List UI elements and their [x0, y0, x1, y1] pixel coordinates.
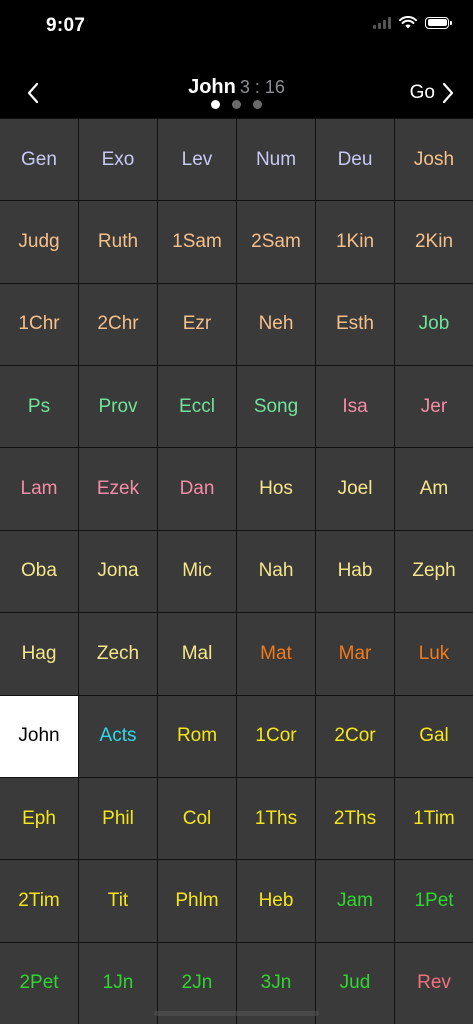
book-cell-josh[interactable]: Josh — [395, 119, 473, 201]
current-reference: 3 : 16 — [239, 77, 285, 97]
book-cell-rev[interactable]: Rev — [395, 942, 473, 1024]
book-cell-jud[interactable]: Jud — [316, 942, 394, 1024]
status-time: 9:07 — [46, 15, 86, 36]
book-cell-2tim[interactable]: 2Tim — [0, 860, 78, 942]
book-cell-eph[interactable]: Eph — [0, 777, 78, 860]
book-cell-song[interactable]: Song — [237, 366, 315, 448]
book-cell-prov[interactable]: Prov — [79, 366, 157, 448]
status-bar: 9:07 — [0, 0, 473, 52]
book-cell-gal[interactable]: Gal — [395, 695, 473, 777]
book-cell-ezr[interactable]: Ezr — [158, 283, 236, 366]
wifi-icon — [399, 16, 417, 29]
page-indicator[interactable] — [0, 100, 473, 109]
book-cell-1chr[interactable]: 1Chr — [0, 283, 78, 366]
book-cell-2pet[interactable]: 2Pet — [0, 942, 78, 1024]
book-cell-1jn[interactable]: 1Jn — [79, 942, 157, 1024]
page-dot — [253, 100, 262, 109]
book-cell-nah[interactable]: Nah — [237, 530, 315, 613]
cellular-signal-icon — [373, 16, 391, 29]
book-cell-jam[interactable]: Jam — [316, 860, 394, 942]
book-cell-ruth[interactable]: Ruth — [79, 201, 157, 283]
status-icons — [373, 16, 452, 29]
home-indicator — [154, 1011, 319, 1016]
book-grid: Gen Exo Lev Num Deu Josh Judg Ruth 1Sam 2Sam 1Kin 2… — [0, 118, 473, 1024]
book-cell-hos[interactable]: Hos — [237, 448, 315, 530]
book-cell-gen[interactable]: Gen — [0, 119, 78, 201]
book-cell-2sam[interactable]: 2Sam — [237, 201, 315, 283]
book-cell-eccl[interactable]: Eccl — [158, 366, 236, 448]
current-book: John — [188, 76, 236, 98]
book-cell-judg[interactable]: Judg — [0, 201, 78, 283]
book-cell-esth[interactable]: Esth — [316, 283, 394, 366]
book-cell-isa[interactable]: Isa — [316, 366, 394, 448]
book-cell-hab[interactable]: Hab — [316, 530, 394, 613]
book-cell-am[interactable]: Am — [395, 448, 473, 530]
book-cell-mal[interactable]: Mal — [158, 613, 236, 695]
book-cell-2cor[interactable]: 2Cor — [316, 695, 394, 777]
book-cell-exo[interactable]: Exo — [79, 119, 157, 201]
book-cell-1pet[interactable]: 1Pet — [395, 860, 473, 942]
book-cell-oba[interactable]: Oba — [0, 530, 78, 613]
book-cell-col[interactable]: Col — [158, 777, 236, 860]
book-cell-lam[interactable]: Lam — [0, 448, 78, 530]
book-cell-neh[interactable]: Neh — [237, 283, 315, 366]
book-cell-job[interactable]: Job — [395, 283, 473, 366]
book-cell-ezek[interactable]: Ezek — [79, 448, 157, 530]
book-cell-ps[interactable]: Ps — [0, 366, 78, 448]
nav-title: John 3 : 16 — [0, 76, 473, 99]
book-cell-heb[interactable]: Heb — [237, 860, 315, 942]
book-cell-hag[interactable]: Hag — [0, 613, 78, 695]
book-cell-zech[interactable]: Zech — [79, 613, 157, 695]
book-cell-1sam[interactable]: 1Sam — [158, 201, 236, 283]
book-cell-john[interactable]: John — [0, 695, 78, 777]
book-cell-1kin[interactable]: 1Kin — [316, 201, 394, 283]
book-cell-phil[interactable]: Phil — [79, 777, 157, 860]
book-cell-num[interactable]: Num — [237, 119, 315, 201]
page-dot — [211, 100, 220, 109]
book-cell-zeph[interactable]: Zeph — [395, 530, 473, 613]
book-cell-rom[interactable]: Rom — [158, 695, 236, 777]
book-cell-joel[interactable]: Joel — [316, 448, 394, 530]
book-cell-2ths[interactable]: 2Ths — [316, 777, 394, 860]
page-dot — [232, 100, 241, 109]
book-cell-2kin[interactable]: 2Kin — [395, 201, 473, 283]
battery-icon — [425, 16, 452, 29]
book-cell-1tim[interactable]: 1Tim — [395, 777, 473, 860]
book-cell-mar[interactable]: Mar — [316, 613, 394, 695]
book-cell-2chr[interactable]: 2Chr — [79, 283, 157, 366]
book-cell-mat[interactable]: Mat — [237, 613, 315, 695]
book-cell-lev[interactable]: Lev — [158, 119, 236, 201]
book-cell-jona[interactable]: Jona — [79, 530, 157, 613]
book-cell-tit[interactable]: Tit — [79, 860, 157, 942]
book-cell-1cor[interactable]: 1Cor — [237, 695, 315, 777]
book-cell-luk[interactable]: Luk — [395, 613, 473, 695]
book-cell-phlm[interactable]: Phlm — [158, 860, 236, 942]
book-cell-deu[interactable]: Deu — [316, 119, 394, 201]
book-cell-1ths[interactable]: 1Ths — [237, 777, 315, 860]
book-cell-acts[interactable]: Acts — [79, 695, 157, 777]
navigation-bar: John 3 : 16 Go — [0, 64, 473, 118]
book-cell-mic[interactable]: Mic — [158, 530, 236, 613]
book-cell-dan[interactable]: Dan — [158, 448, 236, 530]
book-cell-jer[interactable]: Jer — [395, 366, 473, 448]
